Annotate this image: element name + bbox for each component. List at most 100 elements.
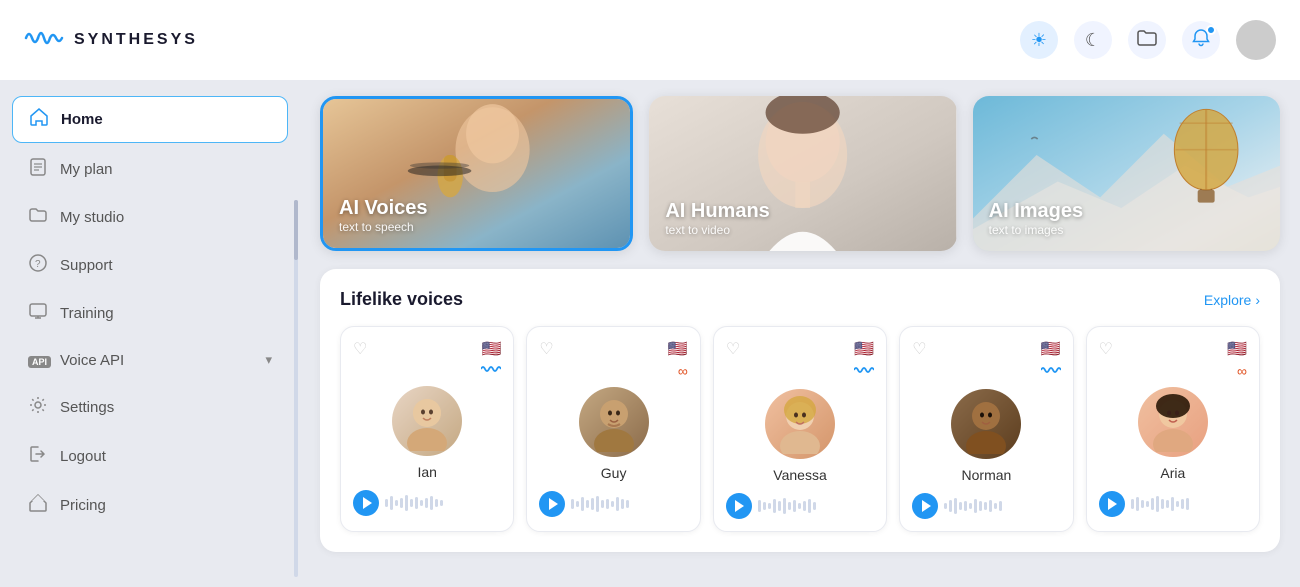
waveform-ian <box>385 493 501 513</box>
sidebar-item-my-studio[interactable]: My studio <box>12 196 288 239</box>
flag-ian: 🇺🇸 <box>481 339 501 359</box>
play-button-guy[interactable] <box>539 491 565 517</box>
ai-images-label: AI Images text to images <box>989 200 1083 237</box>
avatar-vanessa <box>765 389 835 459</box>
home-icon <box>29 108 49 131</box>
wave-status-norman <box>1041 363 1061 381</box>
sidebar-item-home-label: Home <box>61 111 103 128</box>
ai-voices-label: AI Voices text to speech <box>339 197 428 234</box>
sidebar-item-my-plan-label: My plan <box>60 161 113 178</box>
sidebar-item-training[interactable]: Training <box>12 292 288 335</box>
voice-card-norman: ♡ 🇺🇸 <box>899 326 1073 532</box>
header: SYNTHESYS ☀ ☾ <box>0 0 1300 80</box>
heart-icon-guy[interactable]: ♡ <box>539 339 553 359</box>
main-layout: Home My plan <box>0 80 1300 587</box>
voice-name-guy: Guy <box>539 465 687 481</box>
pricing-icon <box>28 494 48 517</box>
waveform-vanessa <box>758 496 874 516</box>
voice-card-vanessa: ♡ 🇺🇸 <box>713 326 887 532</box>
voice-name-norman: Norman <box>912 467 1060 483</box>
voice-name-vanessa: Vanessa <box>726 467 874 483</box>
voice-name-aria: Aria <box>1099 465 1247 481</box>
waveform-aria <box>1131 494 1247 514</box>
voice-play-ian <box>353 490 501 516</box>
audio-status-aria: ∞ <box>1237 363 1247 379</box>
category-cards: AI Voices text to speech <box>320 96 1280 251</box>
heart-icon-vanessa[interactable]: ♡ <box>726 339 740 359</box>
flag-aria: 🇺🇸 <box>1227 339 1247 359</box>
avatar-norman <box>951 389 1021 459</box>
logo-icon <box>24 22 64 59</box>
voice-card-ian: ♡ 🇺🇸 <box>340 326 514 532</box>
voices-section-header: Lifelike voices Explore › <box>340 289 1260 310</box>
voices-grid: ♡ 🇺🇸 <box>340 326 1260 532</box>
waveform-guy <box>571 494 687 514</box>
main-content: AI Voices text to speech <box>300 80 1300 587</box>
support-icon: ? <box>28 254 48 277</box>
plan-icon <box>28 158 48 181</box>
voices-section-title: Lifelike voices <box>340 289 463 310</box>
play-button-vanessa[interactable] <box>726 493 752 519</box>
sidebar-scrollbar[interactable] <box>294 200 298 577</box>
user-avatar[interactable] <box>1236 20 1276 60</box>
heart-icon-norman[interactable]: ♡ <box>912 339 926 359</box>
logout-icon <box>28 445 48 468</box>
sidebar-item-settings[interactable]: Settings <box>12 385 288 430</box>
wave-status-ian <box>481 363 501 378</box>
moon-icon: ☾ <box>1085 30 1101 51</box>
sidebar-item-my-studio-label: My studio <box>60 209 124 226</box>
voice-card-guy: ♡ 🇺🇸 ∞ <box>526 326 700 532</box>
flag-guy: 🇺🇸 <box>668 339 688 359</box>
voice-name-ian: Ian <box>353 464 501 480</box>
sun-icon: ☀ <box>1031 30 1047 51</box>
sidebar-item-support-label: Support <box>60 257 113 274</box>
wave-status-vanessa <box>854 363 874 381</box>
category-card-ai-humans[interactable]: AI Humans text to video <box>649 96 956 251</box>
notification-badge <box>1206 25 1216 35</box>
voices-section: Lifelike voices Explore › ♡ 🇺🇸 <box>320 269 1280 552</box>
api-icon: API <box>28 350 48 370</box>
sidebar-scrollbar-thumb[interactable] <box>294 200 298 260</box>
settings-icon <box>28 396 48 419</box>
play-button-norman[interactable] <box>912 493 938 519</box>
studio-icon <box>28 207 48 228</box>
avatar-ian <box>392 386 462 456</box>
notifications-button[interactable] <box>1182 21 1220 59</box>
sidebar-item-settings-label: Settings <box>60 399 114 416</box>
category-card-ai-images[interactable]: AI Images text to images <box>973 96 1280 251</box>
play-triangle-ian <box>363 497 372 509</box>
sidebar-item-pricing[interactable]: Pricing <box>12 483 288 528</box>
sidebar-item-training-label: Training <box>60 305 114 322</box>
folder-button[interactable] <box>1128 21 1166 59</box>
theme-light-button[interactable]: ☀ <box>1020 21 1058 59</box>
sidebar-item-logout-label: Logout <box>60 448 106 465</box>
explore-link[interactable]: Explore › <box>1204 292 1260 308</box>
heart-icon-ian[interactable]: ♡ <box>353 339 367 359</box>
app-title: SYNTHESYS <box>74 31 198 49</box>
audio-status-guy: ∞ <box>678 363 688 379</box>
avatar-guy <box>579 387 649 457</box>
sidebar-item-home[interactable]: Home <box>12 96 288 143</box>
svg-text:?: ? <box>35 259 41 270</box>
category-card-ai-voices[interactable]: AI Voices text to speech <box>320 96 633 251</box>
sidebar-item-voice-api[interactable]: API Voice API ▾ <box>12 339 288 381</box>
sidebar-item-support[interactable]: ? Support <box>12 243 288 288</box>
waveform-norman <box>944 496 1060 516</box>
flag-vanessa: 🇺🇸 <box>854 339 874 359</box>
heart-icon-aria[interactable]: ♡ <box>1099 339 1113 359</box>
sidebar-item-pricing-label: Pricing <box>60 497 106 514</box>
ai-humans-label: AI Humans text to video <box>665 200 769 237</box>
folder-icon <box>1137 29 1157 52</box>
sidebar: Home My plan <box>0 80 300 544</box>
voice-card-ian-top: ♡ 🇺🇸 <box>353 339 501 378</box>
avatar-aria <box>1138 387 1208 457</box>
sidebar-item-logout[interactable]: Logout <box>12 434 288 479</box>
sidebar-item-voice-api-label: Voice API <box>60 352 124 369</box>
voice-card-aria: ♡ 🇺🇸 ∞ <box>1086 326 1260 532</box>
theme-dark-button[interactable]: ☾ <box>1074 21 1112 59</box>
sidebar-item-my-plan[interactable]: My plan <box>12 147 288 192</box>
play-button-ian[interactable] <box>353 490 379 516</box>
flag-norman: 🇺🇸 <box>1041 339 1061 359</box>
logo-area: SYNTHESYS <box>24 22 198 59</box>
play-button-aria[interactable] <box>1099 491 1125 517</box>
